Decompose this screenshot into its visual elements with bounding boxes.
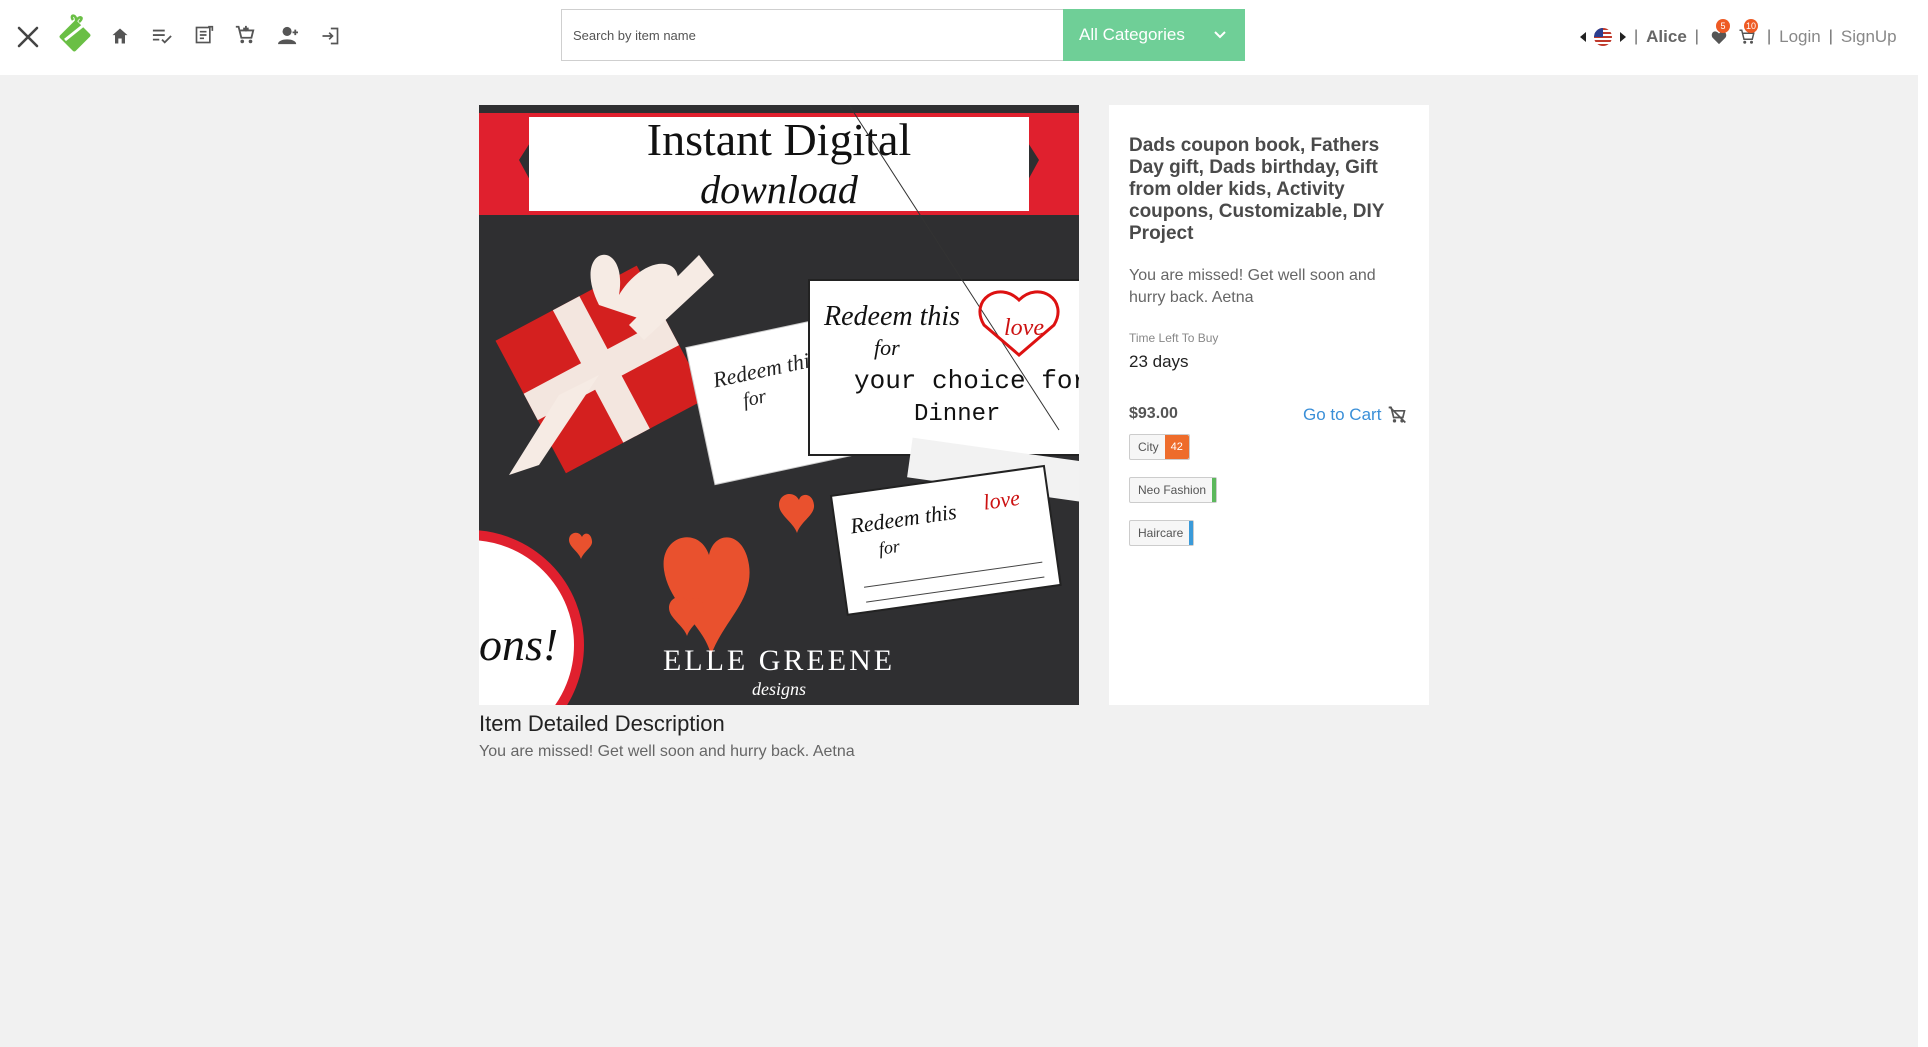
search-bar: All Categories [561,9,1245,61]
tag-label: Neo Fashion [1138,483,1207,497]
separator: | [1766,28,1772,45]
us-flag-icon[interactable] [1594,28,1612,46]
tag-neo-fashion[interactable]: Neo Fashion [1129,477,1218,503]
card-main-line2: for [874,335,900,360]
card-main-line3: your choice for [854,366,1079,396]
user-nav: | Alice | 5 10 | Login | SignUp [1580,19,1897,52]
product-image[interactable]: Instant Digital download Redeem this for… [479,105,1079,705]
card-lower-for: for [877,536,902,559]
brand-name: ELLE GREENE [663,644,895,677]
separator: | [1634,28,1639,45]
note-icon[interactable] [192,23,216,47]
card-main-line1: Redeem this [823,301,960,332]
card-main-line4: Dinner [914,401,1000,428]
tag-haircare[interactable]: Haircare [1129,520,1195,546]
product-detail-card: Dads coupon book, Fathers Day gift, Dads… [1109,105,1429,705]
tag-label: City [1138,440,1159,454]
home-icon[interactable] [108,24,132,48]
language-next-caret[interactable] [1620,32,1626,42]
login-icon[interactable] [318,24,342,48]
category-label: All Categories [1079,25,1185,44]
signup-link[interactable]: SignUp [1841,27,1897,47]
cart-count-badge: 10 [1743,19,1758,33]
tag-count-badge: 42 [1164,435,1189,459]
separator: | [1694,28,1699,45]
user-name[interactable]: Alice [1646,27,1687,47]
go-to-cart-button[interactable]: Go to Cart [1303,405,1407,425]
login-link[interactable]: Login [1779,27,1821,47]
banner-subtitle: download [700,167,859,212]
go-to-cart-label: Go to Cart [1303,405,1382,424]
card-lower-love: love [982,485,1022,515]
brand-sub: designs [752,679,806,699]
tag-color-marker [1212,478,1217,502]
gift-logo-icon[interactable] [55,12,95,54]
tag-city[interactable]: City 42 [1129,434,1190,460]
wishlist-count-badge: 5 [1715,19,1730,33]
person-add-icon[interactable] [275,24,301,48]
language-prev-caret[interactable] [1580,32,1586,42]
cart-button[interactable]: 10 [1735,19,1759,49]
card-main-love: love [1004,315,1044,341]
search-input[interactable] [561,9,1063,61]
circle-text: ons! [479,619,558,670]
tag-color-marker [1189,521,1194,545]
tag-label: Haircare [1138,526,1184,540]
product-price: $93.00 [1129,405,1178,422]
top-navbar: All Categories | Alice | 5 1 [0,0,1918,75]
close-icon[interactable] [14,23,42,51]
time-left-value: 23 days [1129,352,1189,371]
category-dropdown[interactable]: All Categories [1063,9,1245,61]
separator: | [1828,28,1833,45]
detail-description-text: You are missed! Get well soon and hurry … [479,743,855,760]
wishlist-button[interactable]: 5 [1707,19,1731,49]
detail-description-heading: Item Detailed Description [479,711,725,736]
scrollbar[interactable] [1918,0,1928,1047]
product-short-description: You are missed! Get well soon and hurry … [1129,267,1376,306]
time-left-label: Time Left To Buy [1129,331,1219,345]
product-title: Dads coupon book, Fathers Day gift, Dads… [1129,135,1385,244]
cart-add-icon[interactable] [233,23,257,47]
cart-remove-icon [1389,406,1407,424]
chevron-down-icon [1214,31,1226,39]
list-check-icon[interactable] [150,24,174,48]
